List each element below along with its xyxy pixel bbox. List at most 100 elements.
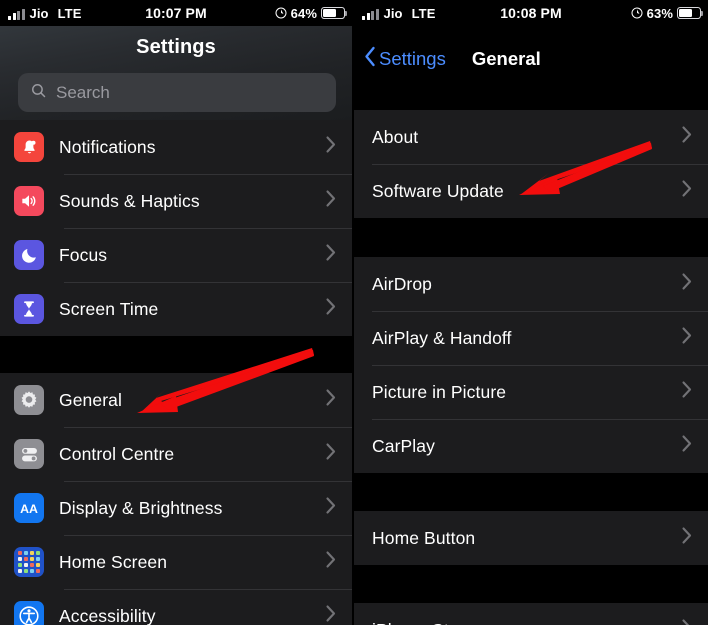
settings-row-accessibility[interactable]: Accessibility — [0, 589, 352, 625]
row-label: Control Centre — [59, 443, 175, 464]
moon-icon — [14, 240, 44, 270]
network-type: LTE — [411, 5, 436, 21]
settings-row-home-screen[interactable]: Home Screen — [0, 535, 352, 589]
general-row-about[interactable]: About — [354, 110, 708, 164]
row-label: General — [59, 389, 122, 410]
settings-row-focus[interactable]: Focus — [0, 228, 352, 282]
chevron-right-icon — [326, 497, 336, 519]
status-bar-right-group: 63% — [631, 6, 708, 21]
chevron-right-icon — [682, 327, 692, 349]
row-label: Focus — [59, 244, 108, 265]
search-input[interactable]: Search — [18, 73, 336, 112]
search-icon — [30, 82, 47, 104]
bell-icon — [14, 132, 44, 162]
search-placeholder: Search — [56, 82, 110, 102]
chevron-left-icon — [364, 46, 376, 72]
nav-title: General — [471, 48, 541, 69]
right-phone-general-screen: Jio LTE 10:08 PM 63% Settings General Ab… — [354, 0, 708, 625]
row-label: Accessibility — [59, 605, 156, 625]
chevron-right-icon — [326, 443, 336, 465]
section-gap — [354, 473, 708, 511]
settings-row-control-centre[interactable]: Control Centre — [0, 427, 352, 481]
status-bar-right-group: 64% — [275, 6, 352, 21]
row-label: Software Update — [372, 180, 504, 201]
right-status-bar: Jio LTE 10:08 PM 63% — [354, 0, 708, 26]
accessibility-icon — [14, 601, 44, 625]
row-label: AirDrop — [372, 273, 433, 294]
chevron-right-icon — [326, 136, 336, 158]
chevron-right-icon — [326, 389, 336, 411]
settings-row-notifications[interactable]: Notifications — [0, 120, 352, 174]
left-phone-settings-screen: Jio LTE 10:07 PM 64% Settings Search Not… — [0, 0, 354, 625]
row-label: Picture in Picture — [372, 381, 507, 402]
cellular-signal-icon — [8, 8, 25, 20]
navigation-bar: Settings General — [354, 26, 708, 110]
chevron-right-icon — [682, 619, 692, 625]
general-row-iphone-storage[interactable]: iPhone Storage — [354, 603, 708, 625]
row-label: About — [372, 126, 419, 147]
carrier-name: Jio — [383, 5, 403, 21]
dual-phone-screenshot: Jio LTE 10:07 PM 64% Settings Search Not… — [0, 0, 708, 625]
general-row-airplay-handoff[interactable]: AirPlay & Handoff — [354, 311, 708, 365]
chevron-right-icon — [326, 244, 336, 266]
row-label: Home Button — [372, 527, 476, 548]
battery-icon — [321, 7, 348, 19]
toggles-icon — [14, 439, 44, 469]
chevron-right-icon — [326, 551, 336, 573]
chevron-right-icon — [326, 605, 336, 625]
network-type: LTE — [57, 5, 82, 21]
battery-icon — [677, 7, 704, 19]
general-row-airdrop[interactable]: AirDrop — [354, 257, 708, 311]
chevron-right-icon — [682, 273, 692, 295]
settings-row-sounds-haptics[interactable]: Sounds & Haptics — [0, 174, 352, 228]
chevron-right-icon — [326, 190, 336, 212]
app-grid-icon — [14, 547, 44, 577]
status-bar-left-group: Jio LTE — [354, 7, 435, 20]
section-gap — [354, 218, 708, 257]
row-label: iPhone Storage — [372, 620, 682, 625]
cellular-signal-icon — [362, 8, 379, 20]
general-row-carplay[interactable]: CarPlay — [354, 419, 708, 473]
settings-group-2: General Control Centre AA Display & Brig… — [0, 373, 352, 625]
chevron-right-icon — [682, 527, 692, 549]
row-label: Notifications — [59, 136, 156, 157]
hourglass-icon — [14, 294, 44, 324]
left-status-bar: Jio LTE 10:07 PM 64% — [0, 0, 352, 26]
row-label: Sounds & Haptics — [59, 190, 200, 211]
carrier-name: Jio — [29, 5, 49, 21]
settings-row-display-brightness[interactable]: AA Display & Brightness — [0, 481, 352, 535]
row-label: Screen Time — [59, 298, 159, 319]
location-services-icon — [631, 7, 643, 19]
settings-group-1: Notifications Sounds & Haptics Focus Scr… — [0, 120, 352, 336]
battery-percent-label: 63% — [646, 5, 673, 21]
svg-text:AA: AA — [20, 502, 38, 516]
text-size-aa-icon: AA — [14, 493, 44, 523]
section-gap — [0, 336, 352, 373]
general-row-home-button[interactable]: Home Button — [354, 511, 708, 565]
settings-row-screen-time[interactable]: Screen Time — [0, 282, 352, 336]
page-title: Settings — [136, 36, 216, 58]
row-label: Home Screen — [59, 551, 168, 572]
chevron-right-icon — [682, 435, 692, 457]
settings-header: Settings Search — [0, 26, 352, 120]
row-label: AirPlay & Handoff — [372, 327, 512, 348]
general-group-3: Home Button — [354, 511, 708, 565]
location-services-icon — [275, 7, 287, 19]
row-label: Display & Brightness — [59, 497, 223, 518]
gear-icon — [14, 385, 44, 415]
chevron-right-icon — [682, 126, 692, 148]
back-button[interactable]: Settings — [364, 46, 446, 72]
chevron-right-icon — [326, 298, 336, 320]
speaker-wave-icon — [14, 186, 44, 216]
row-label: CarPlay — [372, 435, 435, 456]
battery-percent-label: 64% — [290, 5, 317, 21]
general-row-software-update[interactable]: Software Update — [354, 164, 708, 218]
general-group-2: AirDrop AirPlay & Handoff Picture in Pic… — [354, 257, 708, 473]
general-row-picture-in-picture[interactable]: Picture in Picture — [354, 365, 708, 419]
status-bar-left-group: Jio LTE — [0, 7, 81, 20]
general-group-1: About Software Update — [354, 110, 708, 218]
general-group-4: iPhone Storage — [354, 603, 708, 625]
settings-row-general[interactable]: General — [0, 373, 352, 427]
back-button-label: Settings — [379, 48, 446, 69]
chevron-right-icon — [682, 381, 692, 403]
